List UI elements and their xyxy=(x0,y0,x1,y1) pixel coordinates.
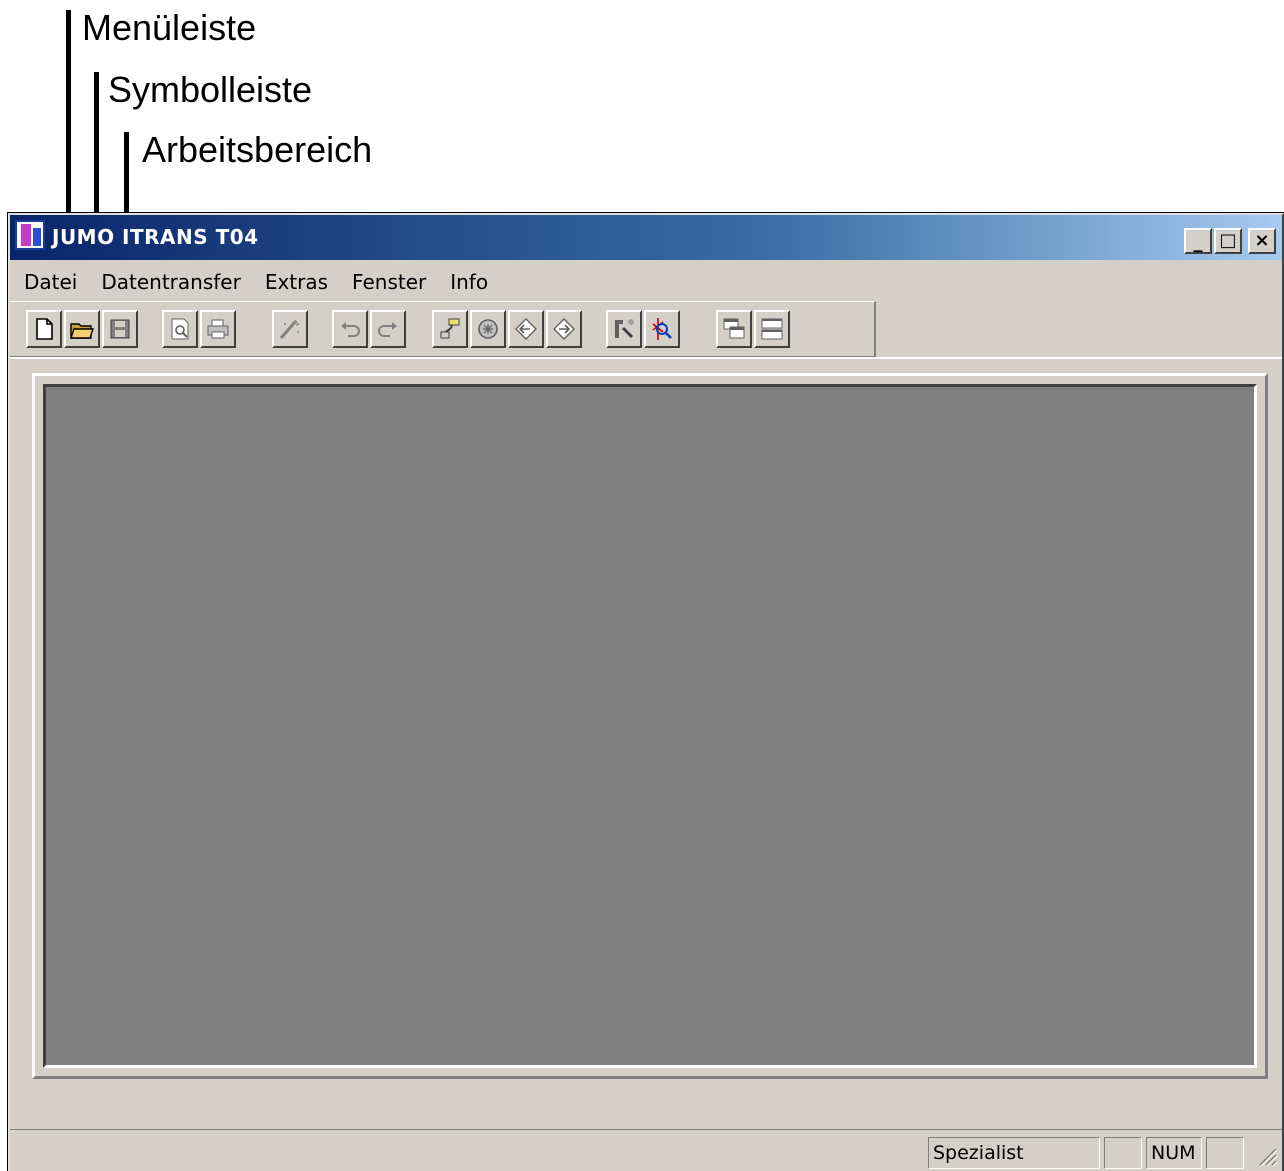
tool-icon xyxy=(615,319,634,339)
resize-grip-icon[interactable] xyxy=(1256,1145,1278,1167)
undo-icon xyxy=(341,322,360,337)
connection-icon xyxy=(440,318,460,339)
menu-bar: Datei Datentransfer Extras Fenster Info xyxy=(10,263,1282,301)
tile-icon xyxy=(761,318,783,340)
print-icon xyxy=(207,319,229,339)
cascade-button[interactable] xyxy=(716,310,752,348)
tool-button[interactable] xyxy=(606,310,642,348)
work-area-frame xyxy=(32,373,1268,1079)
receive-icon xyxy=(515,318,537,340)
send-button[interactable] xyxy=(546,310,582,348)
close-button[interactable]: × xyxy=(1248,228,1276,254)
device-button[interactable] xyxy=(470,310,506,348)
maximize-icon: □ xyxy=(1219,230,1237,251)
window-title: JUMO ITRANS T04 xyxy=(52,225,259,249)
title-bar[interactable]: JUMO ITRANS T04 _ □ × xyxy=(10,215,1282,260)
send-icon xyxy=(553,318,575,340)
status-user-level: Spezialist xyxy=(928,1137,1100,1169)
app-icon[interactable] xyxy=(15,220,45,250)
menu-fenster[interactable]: Fenster xyxy=(340,270,438,294)
search-button[interactable] xyxy=(644,310,680,348)
close-icon: × xyxy=(1254,230,1270,251)
work-area[interactable] xyxy=(43,384,1257,1068)
wizard-button[interactable] xyxy=(272,310,308,348)
toolbar-divider xyxy=(10,357,1282,359)
redo-button[interactable] xyxy=(370,310,406,348)
menu-datei[interactable]: Datei xyxy=(16,270,89,294)
menubar-callout-label: Menüleiste xyxy=(82,7,257,48)
receive-button[interactable] xyxy=(508,310,544,348)
menu-extras[interactable]: Extras xyxy=(253,270,340,294)
device-icon xyxy=(478,319,498,339)
minimize-button[interactable]: _ xyxy=(1184,228,1212,254)
maximize-button[interactable]: □ xyxy=(1214,228,1242,254)
print-button[interactable] xyxy=(200,310,236,348)
status-bar: Spezialist NUM xyxy=(10,1129,1282,1171)
menu-info[interactable]: Info xyxy=(438,270,500,294)
new-document-icon xyxy=(36,318,53,340)
menubar-callout-line xyxy=(66,10,71,215)
connection-button[interactable] xyxy=(432,310,468,348)
undo-button[interactable] xyxy=(332,310,368,348)
cascade-icon xyxy=(723,318,745,339)
minimize-icon: _ xyxy=(1193,232,1203,253)
tile-button[interactable] xyxy=(754,310,790,348)
save-button[interactable] xyxy=(102,310,138,348)
workarea-callout-label: Arbeitsbereich xyxy=(142,129,373,170)
search-icon xyxy=(652,318,672,340)
open-button[interactable] xyxy=(64,310,100,348)
save-icon xyxy=(110,319,130,339)
open-folder-icon xyxy=(70,323,94,339)
print-preview-button[interactable] xyxy=(162,310,198,348)
app-window: JUMO ITRANS T04 _ □ × Datei Datentransfe… xyxy=(7,212,1284,1171)
new-button[interactable] xyxy=(26,310,62,348)
status-num: NUM xyxy=(1146,1137,1202,1169)
wizard-icon xyxy=(279,319,300,339)
toolbar xyxy=(10,301,876,357)
toolbar-callout-label: Symbolleiste xyxy=(108,69,313,110)
status-scroll xyxy=(1206,1137,1244,1169)
menu-datentransfer[interactable]: Datentransfer xyxy=(89,270,252,294)
status-caps xyxy=(1104,1137,1142,1169)
caption-buttons: _ □ × xyxy=(1184,228,1276,254)
redo-icon xyxy=(378,322,397,337)
print-preview-icon xyxy=(171,318,189,340)
